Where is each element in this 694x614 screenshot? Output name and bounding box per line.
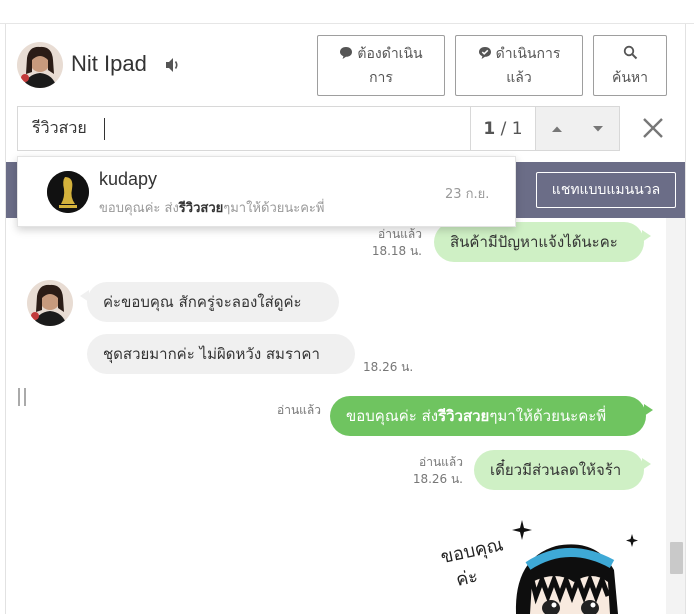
search-result-counter: 1 / 1 [470, 107, 535, 150]
caret-down-icon [593, 125, 603, 131]
message-text: สินค้ามีปัญหาแจ้งได้นะคะ [450, 233, 618, 251]
done-button[interactable]: ดำเนินการ แล้ว [455, 35, 583, 96]
previous-result-button[interactable] [535, 107, 577, 150]
message-text: ค่ะขอบคุณ สักครู่จะลองใส่ดูค่ะ [103, 293, 302, 311]
message-search-bar: 1 / 1 [17, 106, 620, 151]
message-meta: อ่านแล้ว 18.26 น. [401, 454, 463, 488]
to-do-label-1: ต้องดำเนิน [357, 45, 423, 62]
search-button[interactable]: ค้นหา [593, 35, 667, 96]
message-text: เดี๋ยวมีส่วนลดให้จร้า [490, 461, 622, 479]
message-search-match: รีวิวสวย [438, 407, 490, 425]
check-bubble-icon [478, 46, 491, 59]
read-receipt: อ่านแล้ว [378, 227, 422, 241]
message-text-after: ๆมาให้ด้วยนะคะพี่ [489, 407, 607, 425]
contact-avatar-small[interactable] [27, 280, 73, 326]
to-do-label-2: การ [369, 69, 393, 86]
snippet-before: ขอบคุณค่ะ ส่ง [99, 201, 179, 216]
read-receipt: อ่านแล้ว [277, 403, 321, 417]
chat-panel: Nit Ipad ต้องดำเนิน การ ดำเนินการ แล้ว ค… [5, 24, 686, 614]
resize-handle[interactable] [18, 388, 26, 406]
close-search-button[interactable] [639, 114, 667, 142]
message-meta: อ่านแล้ว 18.18 น. [362, 226, 422, 260]
result-contact-name: kudapy [99, 169, 158, 189]
result-snippet: ขอบคุณค่ะ ส่งรีวิวสวยๆมาให้ด้วยนะคะพี่ [99, 197, 324, 218]
scrollbar-thumb[interactable] [670, 542, 683, 574]
done-label-1: ดำเนินการ [495, 45, 561, 62]
message-bubble-outgoing[interactable]: เดี๋ยวมีส่วนลดให้จร้า [474, 450, 651, 490]
close-icon [643, 118, 663, 138]
done-label-2: แล้ว [506, 69, 532, 86]
search-result-total: / 1 [500, 118, 523, 139]
message-time: 18.18 น. [371, 244, 422, 258]
snippet-after: ๆมาให้ด้วยนะคะพี่ [223, 201, 325, 216]
sticker-text-line2: ค่ะ [454, 566, 480, 591]
result-date: 23 ก.ย. [445, 187, 490, 202]
speaker-icon[interactable] [164, 56, 182, 74]
message-bubble-incoming[interactable]: ชุดสวยมากค่ะ ไม่ผิดหวัง สมราคา [87, 334, 355, 374]
read-receipt: อ่านแล้ว [419, 455, 463, 469]
kudapy-logo [47, 171, 89, 213]
message-search-input[interactable] [18, 107, 470, 150]
search-label: ค้นหา [611, 69, 649, 86]
message-text: ชุดสวยมากค่ะ ไม่ผิดหวัง สมราคา [103, 345, 320, 363]
message-bubble-outgoing[interactable]: สินค้ามีปัญหาแจ้งได้นะคะ [434, 222, 651, 262]
search-icon [623, 45, 637, 59]
search-result-current: 1 [483, 118, 496, 139]
search-result-dropdown[interactable]: kudapy 23 ก.ย. ขอบคุณค่ะ ส่งรีวิวสวยๆมาใ… [17, 156, 516, 227]
speech-bubble-icon [340, 46, 353, 59]
message-time: 18.26 น. [412, 472, 463, 486]
contact-name: Nit Ipad [71, 51, 147, 76]
sticker-text-line1: ขอบคุณ [439, 534, 505, 568]
manual-chat-button[interactable]: แชทแบบแมนนวล [536, 172, 676, 208]
message-text-before: ขอบคุณค่ะ ส่ง [346, 407, 439, 425]
snippet-match: รีวิวสวย [178, 201, 224, 216]
message-bubble-outgoing[interactable]: ขอบคุณค่ะ ส่ง รีวิวสวย ๆมาให้ด้วยนะคะพี่ [330, 396, 653, 436]
to-do-button[interactable]: ต้องดำเนิน การ [317, 35, 445, 96]
caret-up-icon [551, 126, 562, 132]
thank-you-sticker[interactable]: ขอบคุณ ค่ะ [436, 500, 646, 614]
text-caret [104, 118, 105, 140]
contact-avatar[interactable] [17, 42, 63, 88]
message-time: 18.26 น. [363, 360, 414, 374]
message-bubble-incoming[interactable]: ค่ะขอบคุณ สักครู่จะลองใส่ดูค่ะ [80, 282, 339, 322]
next-result-button[interactable] [577, 107, 619, 150]
